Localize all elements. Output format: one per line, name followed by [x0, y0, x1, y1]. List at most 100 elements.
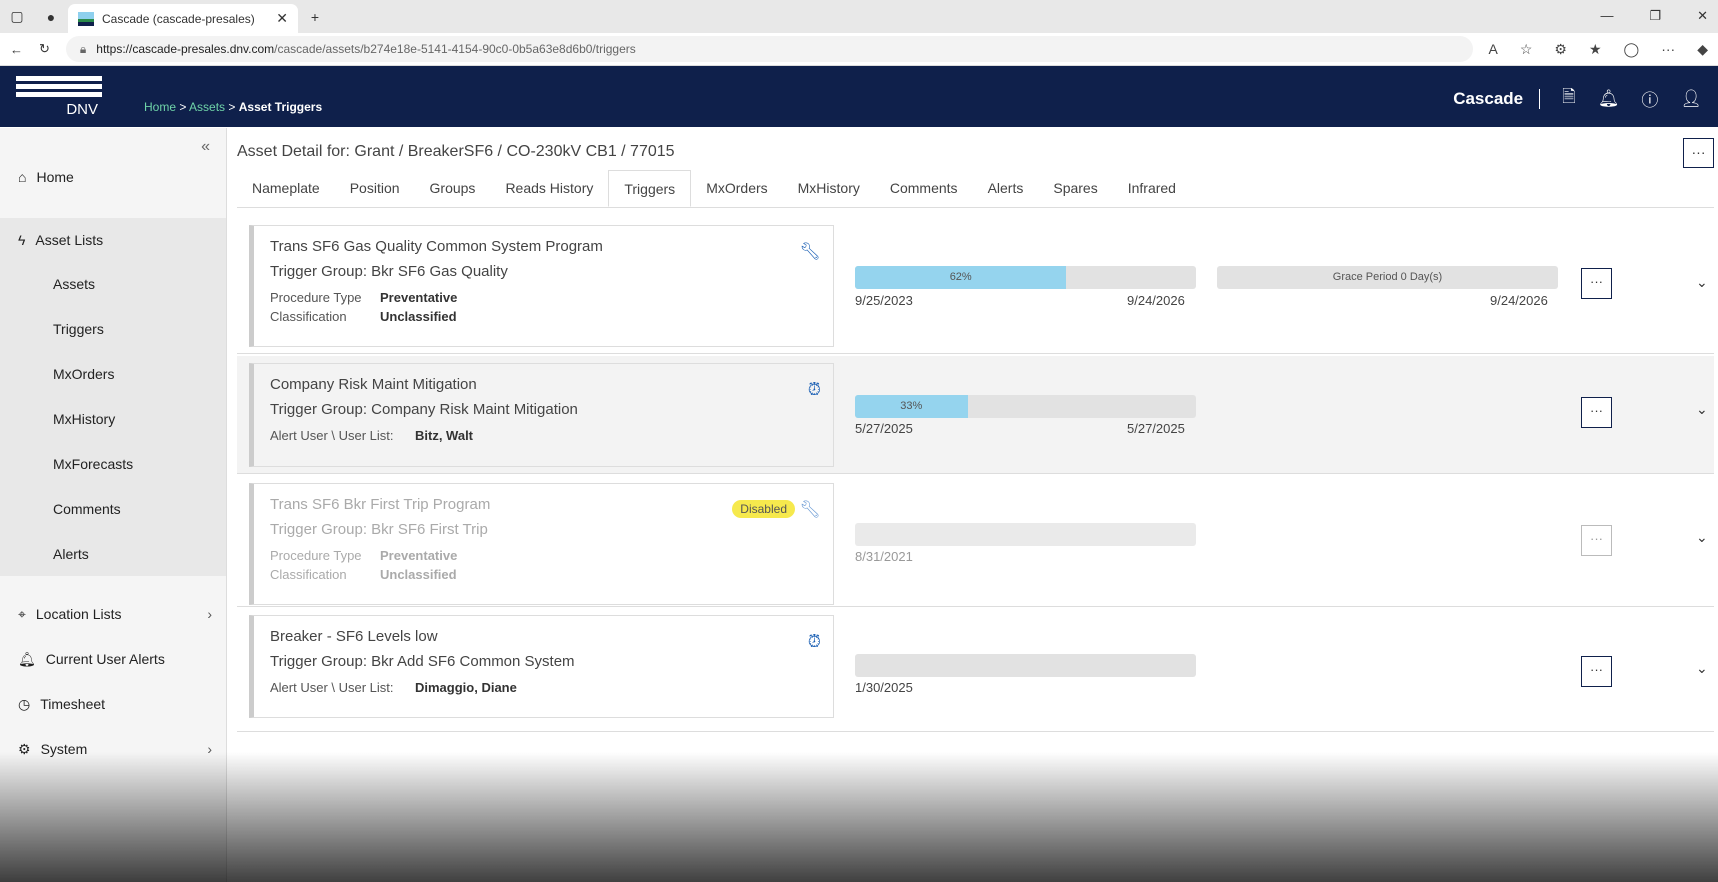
address-bar-row: ← ↻ 🔒︎ https://cascade-presales.dnv.com/…	[0, 33, 1718, 66]
tab-comments[interactable]: Comments	[875, 170, 973, 207]
expand-chevron-icon[interactable]: ⌄	[1696, 529, 1708, 546]
close-tab-icon[interactable]: ✕	[276, 10, 288, 27]
sidebar-item-timesheet[interactable]: ◷ Timesheet	[0, 682, 226, 726]
field-label: Procedure Type	[270, 290, 362, 305]
sidebar-item-triggers[interactable]: Triggers	[0, 307, 226, 351]
tab-mxorders[interactable]: MxOrders	[691, 170, 782, 207]
trigger-more-button[interactable]: ···	[1581, 268, 1612, 299]
sidebar-item-mxforecasts[interactable]: MxForecasts	[0, 442, 226, 486]
progress-bar: 62%	[855, 266, 1196, 289]
field-value: Unclassified	[380, 309, 457, 324]
progress-label: 62%	[949, 271, 972, 283]
tab-mxhistory[interactable]: MxHistory	[783, 170, 875, 207]
sidebar-item-mxorders[interactable]: MxOrders	[0, 352, 226, 396]
breadcrumb-assets[interactable]: Assets	[189, 100, 225, 114]
trigger-card[interactable]: Company Risk Maint Mitigation Trigger Gr…	[249, 363, 834, 467]
progress-fill: 62%	[855, 266, 1067, 289]
copilot-icon[interactable]: ◆	[1697, 41, 1708, 58]
expand-chevron-icon[interactable]: ⌄	[1696, 274, 1708, 291]
wrench-icon: 🔧︎	[799, 500, 821, 519]
tab-alerts[interactable]: Alerts	[973, 170, 1039, 207]
sidebar-label: System	[40, 741, 88, 757]
trigger-more-button[interactable]: ···	[1581, 525, 1612, 556]
extensions-icon[interactable]: ⚙	[1554, 41, 1567, 58]
trigger-more-button[interactable]: ···	[1581, 656, 1612, 687]
sidebar-item-location-lists[interactable]: ⌖ Location Lists ›	[0, 592, 226, 636]
title-prefix: Asset Detail for:	[237, 143, 350, 160]
sidebar-item-comments[interactable]: Comments	[0, 487, 226, 531]
tab-actions-icon[interactable]: ▢	[0, 8, 34, 25]
sidebar-item-current-user-alerts[interactable]: 🔔︎ Current User Alerts	[0, 637, 226, 681]
logo-text: DNV	[66, 101, 98, 118]
trigger-group: Trigger Group: Bkr SF6 First Trip	[270, 521, 488, 538]
user-icon[interactable]: 👤︎	[1680, 89, 1702, 109]
page-title: Asset Detail for: Grant / BreakerSF6 / C…	[237, 143, 675, 161]
tab-nameplate[interactable]: Nameplate	[237, 170, 335, 207]
start-date: 8/31/2021	[855, 549, 913, 564]
back-icon[interactable]: ←	[10, 42, 23, 57]
trigger-row: Trans SF6 Bkr First Trip Program Trigger…	[237, 477, 1714, 607]
profile-icon[interactable]: ◯	[1624, 41, 1640, 58]
bell-icon: 🔔︎	[18, 650, 36, 667]
main-content: Asset Detail for: Grant / BreakerSF6 / C…	[228, 128, 1718, 882]
trigger-more-button[interactable]: ···	[1581, 397, 1612, 428]
trigger-row: Trans SF6 Gas Quality Common System Prog…	[237, 219, 1714, 354]
browser-tab[interactable]: Cascade (cascade-presales) ✕	[68, 4, 298, 33]
document-icon[interactable]: 🗎	[1562, 84, 1576, 113]
trigger-card[interactable]: Breaker - SF6 Levels low Trigger Group: …	[249, 615, 834, 718]
restore-icon[interactable]: ❐	[1649, 8, 1661, 24]
help-icon[interactable]: ⓘ	[1641, 86, 1658, 111]
trigger-name: Breaker - SF6 Levels low	[270, 628, 438, 645]
new-tab-icon[interactable]: +	[298, 9, 332, 25]
favorites-icon[interactable]: ★	[1589, 41, 1602, 58]
progress-bar	[855, 523, 1196, 546]
trigger-card-disabled[interactable]: Trans SF6 Bkr First Trip Program Trigger…	[249, 483, 834, 605]
bolt-icon: ϟ	[18, 232, 26, 248]
sidebar-item-mxhistory[interactable]: MxHistory	[0, 397, 226, 441]
breadcrumb-current: Asset Triggers	[238, 100, 323, 114]
field-label: Classification	[270, 567, 347, 582]
sidebar-item-alerts[interactable]: Alerts	[0, 532, 226, 576]
tab-groups[interactable]: Groups	[415, 170, 491, 207]
start-date: 5/27/2025	[855, 421, 913, 436]
field-label: Alert User \ User List:	[270, 680, 394, 695]
chevron-right-icon: ›	[207, 606, 212, 622]
trigger-card[interactable]: Trans SF6 Gas Quality Common System Prog…	[249, 225, 834, 347]
sidebar-item-assets[interactable]: Assets	[0, 262, 226, 306]
trigger-name: Trans SF6 Gas Quality Common System Prog…	[270, 238, 603, 255]
bell-icon[interactable]: 🔔︎	[1598, 89, 1620, 109]
tab-position[interactable]: Position	[335, 170, 415, 207]
tab-infrared[interactable]: Infrared	[1113, 170, 1191, 207]
dnv-logo[interactable]: DNV	[16, 76, 102, 118]
disabled-badge: Disabled	[732, 500, 795, 518]
url-input[interactable]: 🔒︎ https://cascade-presales.dnv.com/casc…	[65, 36, 1473, 62]
expand-chevron-icon[interactable]: ⌄	[1696, 401, 1708, 418]
page-more-button[interactable]: ···	[1683, 138, 1714, 168]
asset-path: Grant / BreakerSF6 / CO-230kV CB1 / 7701…	[354, 143, 675, 160]
trigger-row: Company Risk Maint Mitigation Trigger Gr…	[237, 356, 1714, 474]
breadcrumb-home[interactable]: Home	[144, 100, 176, 114]
sharepoint-tab-icon[interactable]: ●	[34, 9, 68, 25]
alarm-clock-icon: ⏰︎	[807, 632, 821, 651]
lock-icon: 🔒︎	[79, 41, 87, 56]
sidebar-item-system[interactable]: ⚙ System ›	[0, 727, 226, 771]
refresh-icon[interactable]: ↻	[39, 41, 50, 57]
sidebar-item-asset-lists[interactable]: ϟ Asset Lists	[0, 218, 226, 262]
tab-reads-history[interactable]: Reads History	[490, 170, 608, 207]
sidebar-item-home[interactable]: ⌂ Home	[0, 155, 226, 199]
sidebar-label: Assets	[53, 276, 96, 292]
gear-icon: ⚙	[18, 740, 31, 757]
start-date: 9/25/2023	[855, 293, 913, 308]
start-date: 1/30/2025	[855, 680, 913, 695]
expand-chevron-icon[interactable]: ⌄	[1696, 660, 1708, 677]
close-window-icon[interactable]: ✕	[1697, 8, 1708, 24]
chevron-right-icon: ›	[207, 741, 212, 757]
tab-spares[interactable]: Spares	[1038, 170, 1112, 207]
favorite-star-icon[interactable]: ☆	[1520, 41, 1533, 58]
tab-triggers[interactable]: Triggers	[608, 170, 692, 207]
minimize-icon[interactable]: —	[1600, 8, 1613, 24]
menu-icon[interactable]: ···	[1661, 41, 1675, 58]
read-aloud-icon[interactable]: A	[1489, 41, 1498, 58]
url-host: https://cascade-presales.dnv.com	[96, 42, 275, 56]
collapse-sidebar-icon[interactable]: «	[201, 138, 210, 156]
